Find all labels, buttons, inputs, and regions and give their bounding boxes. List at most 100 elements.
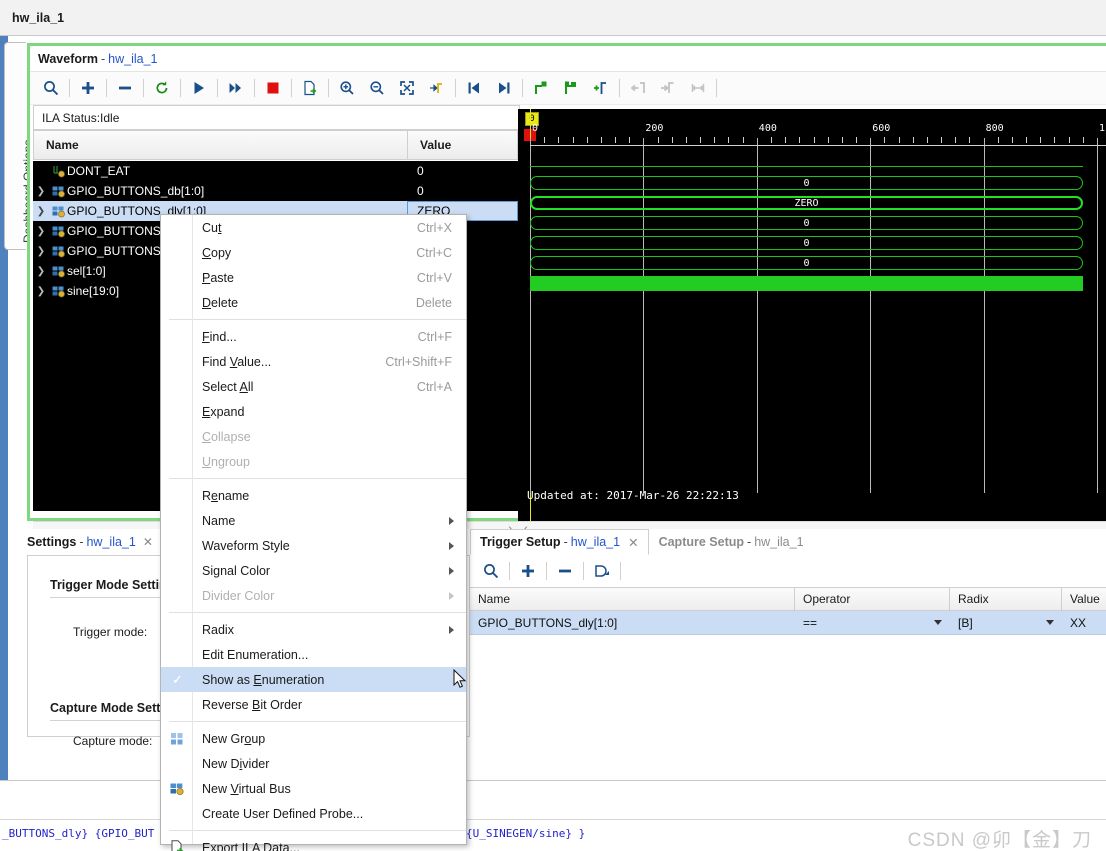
- menu-item-reverse-bit-order[interactable]: Reverse Bit Order: [161, 692, 466, 717]
- menu-item-label: Rename: [202, 489, 249, 503]
- minus-icon[interactable]: [550, 557, 580, 585]
- waveform-panel-target[interactable]: hw_ila_1: [108, 52, 157, 66]
- run-trigger-immediate-icon[interactable]: [221, 74, 251, 102]
- trigger-value-field[interactable]: XX: [1062, 611, 1106, 635]
- menu-item-signal-color[interactable]: Signal Color: [161, 558, 466, 583]
- waveform-row[interactable]: ZERO: [530, 196, 1083, 210]
- signal-row[interactable]: ❯GPIO_BUTTONS_db[1:0]0: [33, 181, 518, 201]
- menu-item-new-virtual-bus[interactable]: New Virtual Bus: [161, 776, 466, 801]
- plus-icon[interactable]: [73, 74, 103, 102]
- menu-item-new-group[interactable]: New Group: [161, 726, 466, 751]
- waveform-row[interactable]: [530, 276, 1083, 291]
- tab-trigger-setup-label: Trigger Setup: [480, 535, 561, 549]
- trigger-setup-table: Name Operator Radix Value GPIO_BUTTONS_d…: [470, 587, 1106, 635]
- run-trigger-icon[interactable]: [184, 74, 214, 102]
- zoom-fit-icon[interactable]: [392, 74, 422, 102]
- add-divider-icon[interactable]: [586, 74, 616, 102]
- waveform-row[interactable]: 0: [530, 216, 1083, 230]
- settings-tab-dash: -: [79, 535, 83, 549]
- ruler-tick-label: 600: [872, 123, 890, 134]
- expand-chevron-icon[interactable]: ❯: [33, 286, 49, 297]
- search-icon[interactable]: [36, 74, 66, 102]
- dashboard-options-tab[interactable]: Dashboard Options: [4, 42, 26, 250]
- expand-chevron-icon[interactable]: ❯: [33, 186, 49, 197]
- menu-item-delete[interactable]: DeleteDelete: [161, 290, 466, 315]
- menu-item-find-value[interactable]: Find Value...Ctrl+Shift+F: [161, 349, 466, 374]
- plus-icon[interactable]: [513, 557, 543, 585]
- menu-item-label: Ungroup: [202, 455, 250, 469]
- settings-tab-label: Settings: [27, 535, 76, 549]
- tab-trigger-setup[interactable]: Trigger Setup - hw_ila_1 ✕: [470, 529, 649, 555]
- tab-dash: -: [564, 535, 568, 549]
- close-icon[interactable]: ✕: [628, 535, 638, 550]
- menu-separator: [169, 830, 466, 831]
- waveform-row[interactable]: 0: [530, 256, 1083, 270]
- remove-marker-icon[interactable]: [556, 74, 586, 102]
- menu-separator: [169, 478, 466, 479]
- trigger-operator-select[interactable]: ==: [795, 611, 950, 635]
- menu-item-copy[interactable]: CopyCtrl+C: [161, 240, 466, 265]
- next-marker-icon[interactable]: [653, 74, 683, 102]
- zoom-out-icon[interactable]: [362, 74, 392, 102]
- tab-capture-setup[interactable]: Capture Setup - hw_ila_1: [649, 529, 814, 555]
- ruler-minor-tick: [1026, 137, 1027, 143]
- probe-compare-icon[interactable]: [587, 557, 617, 585]
- refresh-icon[interactable]: [147, 74, 177, 102]
- search-icon[interactable]: [476, 557, 506, 585]
- column-header-operator[interactable]: Operator: [795, 587, 950, 611]
- stop-icon[interactable]: [258, 74, 288, 102]
- settings-tab-target[interactable]: hw_ila_1: [86, 535, 135, 549]
- context-menu[interactable]: CutCtrl+XCopyCtrl+CPasteCtrl+VDeleteDele…: [160, 214, 467, 845]
- previous-icon[interactable]: [459, 74, 489, 102]
- ruler-minor-tick: [899, 137, 900, 143]
- column-header-value[interactable]: Value: [407, 130, 518, 160]
- signal-row[interactable]: DONT_EAT0: [33, 161, 518, 181]
- goto-trigger-icon[interactable]: [422, 74, 452, 102]
- menu-item-waveform-style[interactable]: Waveform Style: [161, 533, 466, 558]
- menu-item-paste[interactable]: PasteCtrl+V: [161, 265, 466, 290]
- column-header-name[interactable]: Name: [470, 587, 795, 611]
- menu-item-radix[interactable]: Radix: [161, 617, 466, 642]
- menu-item-label: Select All: [202, 380, 253, 394]
- expand-chevron-icon[interactable]: ❯: [33, 206, 49, 217]
- measure-icon[interactable]: [683, 74, 713, 102]
- menu-item-show-as-enumeration[interactable]: ✓Show as Enumeration: [161, 667, 466, 692]
- menu-item-expand[interactable]: Expand: [161, 399, 466, 424]
- trigger-radix-value: [B]: [958, 616, 973, 630]
- menu-item-label: Create User Defined Probe...: [202, 807, 363, 821]
- waveform-canvas[interactable]: 002004006008001,0000ZERO000Updated at: 2…: [518, 109, 1106, 521]
- expand-chevron-icon[interactable]: ❯: [33, 226, 49, 237]
- menu-item-new-divider[interactable]: New Divider: [161, 751, 466, 776]
- column-header-value[interactable]: Value: [1062, 587, 1106, 611]
- prev-marker-icon[interactable]: [623, 74, 653, 102]
- ruler-minor-tick: [714, 137, 715, 143]
- menu-item-edit-enumeration[interactable]: Edit Enumeration...: [161, 642, 466, 667]
- menu-item-cut[interactable]: CutCtrl+X: [161, 215, 466, 240]
- column-header-name[interactable]: Name: [33, 130, 407, 160]
- ruler-minor-tick: [558, 137, 559, 143]
- minus-icon[interactable]: [110, 74, 140, 102]
- column-header-radix[interactable]: Radix: [950, 587, 1062, 611]
- zoom-in-icon[interactable]: [332, 74, 362, 102]
- add-marker-icon[interactable]: [526, 74, 556, 102]
- table-row[interactable]: GPIO_BUTTONS_dly[1:0] == [B] XX: [470, 611, 1106, 635]
- waveform-row[interactable]: [530, 166, 1083, 167]
- waveform-panel-header: Waveform - hw_ila_1: [30, 46, 1106, 71]
- menu-item-select-all[interactable]: Select AllCtrl+A: [161, 374, 466, 399]
- menu-item-name[interactable]: Name: [161, 508, 466, 533]
- menu-item-find[interactable]: Find...Ctrl+F: [161, 324, 466, 349]
- expand-chevron-icon[interactable]: ❯: [33, 246, 49, 257]
- toolbar-separator: [217, 79, 218, 97]
- menu-item-export-ila-data[interactable]: Export ILA Data...: [161, 835, 466, 851]
- waveform-row[interactable]: 0: [530, 176, 1083, 190]
- menu-item-accelerator: Ctrl+Shift+F: [385, 355, 452, 369]
- next-icon[interactable]: [489, 74, 519, 102]
- menu-item-create-user-defined-probe[interactable]: Create User Defined Probe...: [161, 801, 466, 826]
- tab-trigger-setup-target[interactable]: hw_ila_1: [571, 535, 620, 549]
- expand-chevron-icon[interactable]: ❯: [33, 266, 49, 277]
- menu-item-rename[interactable]: Rename: [161, 483, 466, 508]
- trigger-radix-select[interactable]: [B]: [950, 611, 1062, 635]
- export-icon[interactable]: [295, 74, 325, 102]
- close-icon[interactable]: ✕: [143, 535, 153, 549]
- waveform-row[interactable]: 0: [530, 236, 1083, 250]
